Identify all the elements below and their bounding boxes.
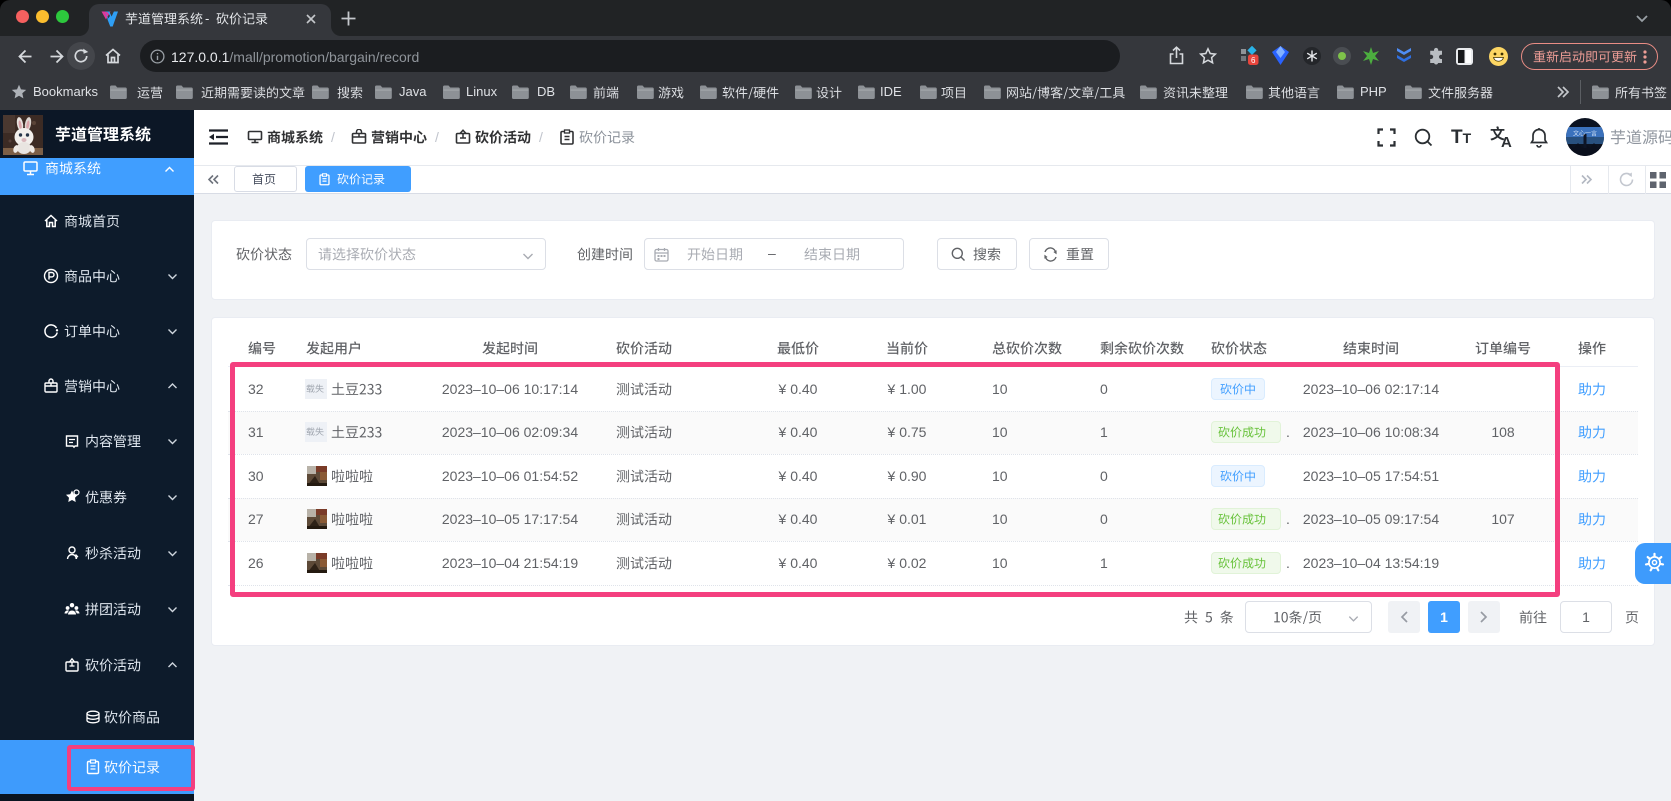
svg-text:6: 6 [1251, 56, 1256, 65]
svg-text:文心一言: 文心一言 [1573, 130, 1597, 138]
